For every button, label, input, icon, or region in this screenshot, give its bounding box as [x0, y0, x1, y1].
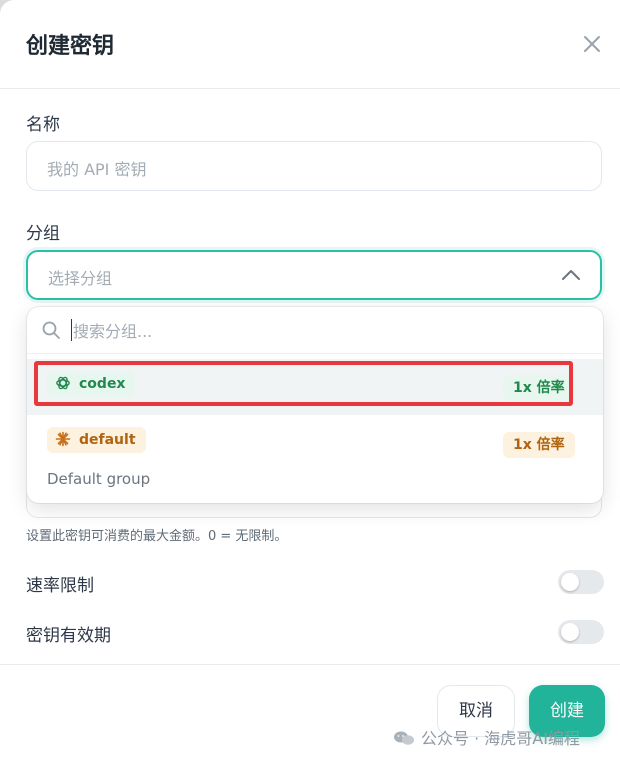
toggle-knob	[561, 573, 579, 591]
group-rate: 1x 倍率	[503, 375, 575, 401]
dialog-header: 创建密钥	[0, 0, 620, 89]
group-search-input[interactable]	[71, 317, 575, 345]
create-key-dialog: 创建密钥 名称 我的 API 密钥 分组 选择分组 设置此密钥可消费的最大金额。…	[0, 0, 620, 762]
footer-divider	[0, 664, 620, 665]
wechat-icon	[394, 731, 414, 745]
group-description: Default group	[47, 470, 151, 488]
name-label: 名称	[26, 115, 60, 135]
group-name: codex	[79, 376, 126, 392]
rate-limit-toggle[interactable]	[558, 570, 604, 594]
toggle-knob	[561, 623, 579, 641]
group-rate: 1x 倍率	[503, 432, 575, 458]
group-tag: codex	[47, 371, 136, 397]
group-select-placeholder: 选择分组	[48, 269, 113, 288]
name-input-placeholder: 我的 API 密钥	[47, 160, 147, 179]
sparkle-icon	[55, 431, 71, 447]
text-caret	[71, 319, 72, 341]
rate-limit-label: 速率限制	[26, 576, 94, 596]
search-icon	[42, 321, 60, 339]
group-select[interactable]: 选择分组	[26, 250, 602, 300]
name-input[interactable]: 我的 API 密钥	[26, 141, 602, 191]
watermark: 公众号 · 海虎哥AI编程	[393, 725, 580, 749]
group-option-default[interactable]: default 1x 倍率 Default group	[27, 415, 603, 503]
openai-icon	[56, 376, 70, 390]
quota-hint: 设置此密钥可消费的最大金额。0 = 无限制。	[26, 529, 288, 544]
group-label: 分组	[26, 224, 60, 244]
group-tag: default	[47, 427, 146, 453]
group-option-codex[interactable]: codex 1x 倍率	[27, 359, 603, 415]
chevron-up-icon	[562, 270, 580, 280]
dialog-title: 创建密钥	[26, 34, 115, 59]
expiry-toggle[interactable]	[558, 620, 604, 644]
watermark-text: 公众号 · 海虎哥AI编程	[421, 729, 580, 748]
dropdown-search	[27, 307, 603, 354]
group-name: default	[79, 432, 136, 448]
close-icon	[584, 36, 600, 52]
group-dropdown: codex 1x 倍率 default 1x 倍率	[27, 307, 603, 503]
expiry-label: 密钥有效期	[26, 626, 111, 646]
close-button[interactable]	[578, 30, 606, 58]
